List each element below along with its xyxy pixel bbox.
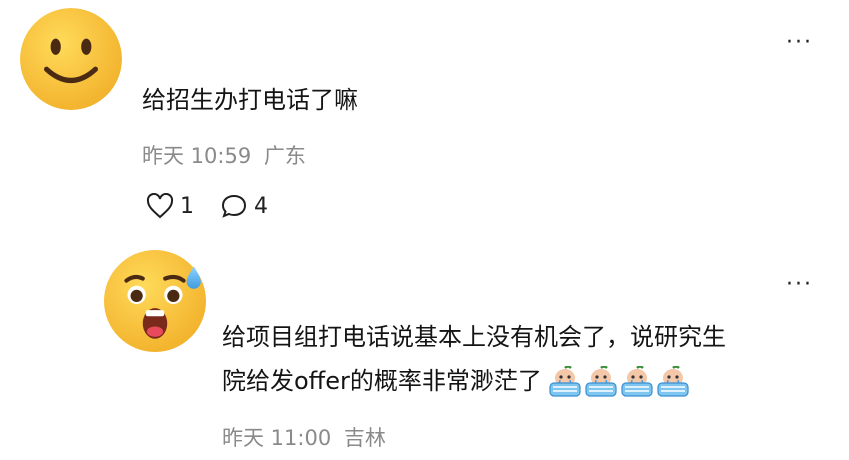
crying-in-bathtub-sticker-icon bbox=[585, 366, 617, 397]
comment-text-line: 给项目组打电话说基本上没有机会了，说研究生 bbox=[222, 323, 726, 351]
comment-item: ··· 给招生办打电话了嘛 昨天 10:59 广东 1 4 bbox=[0, 0, 849, 240]
comment-time: 昨天 11:00 bbox=[222, 426, 332, 450]
comment-meta: 昨天 10:59 广东 bbox=[142, 140, 306, 170]
comment-bubble-icon bbox=[221, 194, 247, 218]
comment-time: 昨天 10:59 bbox=[142, 144, 252, 168]
more-options-button[interactable]: ··· bbox=[786, 274, 813, 296]
comment-text-content: 院给发offer的概率非常渺茫了 bbox=[222, 367, 542, 395]
reply-button[interactable]: 4 bbox=[220, 193, 268, 219]
crying-in-bathtub-sticker-icon bbox=[549, 366, 581, 397]
reply-item: ··· 给项目组打电话说基本上没有机会了，说研究生 院给发offer的概率非常渺… bbox=[0, 240, 849, 460]
comment-meta: 昨天 11:00 吉林 bbox=[222, 422, 386, 452]
anxious-face-with-sweat-emoji-icon bbox=[104, 250, 206, 352]
more-options-button[interactable]: ··· bbox=[786, 32, 813, 54]
comment-text: 给项目组打电话说基本上没有机会了，说研究生 院给发offer的概率非常渺茫了 bbox=[222, 315, 832, 403]
comment-text: 给招生办打电话了嘛 bbox=[142, 86, 358, 114]
crying-in-bathtub-sticker-icon bbox=[657, 366, 689, 397]
sticker-row bbox=[548, 366, 692, 398]
like-button[interactable]: 1 bbox=[146, 193, 194, 219]
crying-in-bathtub-sticker-icon bbox=[621, 366, 653, 397]
smiling-face-emoji-icon bbox=[20, 8, 122, 110]
like-count: 1 bbox=[180, 193, 194, 219]
heart-icon bbox=[146, 193, 174, 219]
avatar[interactable] bbox=[104, 250, 206, 352]
comment-location: 吉林 bbox=[343, 426, 386, 450]
reply-count: 4 bbox=[254, 193, 268, 219]
comment-actions: 1 4 bbox=[146, 193, 294, 219]
comment-location: 广东 bbox=[263, 144, 306, 168]
avatar[interactable] bbox=[20, 8, 122, 110]
comment-text-line-2: 院给发offer的概率非常渺茫了 bbox=[222, 359, 832, 403]
